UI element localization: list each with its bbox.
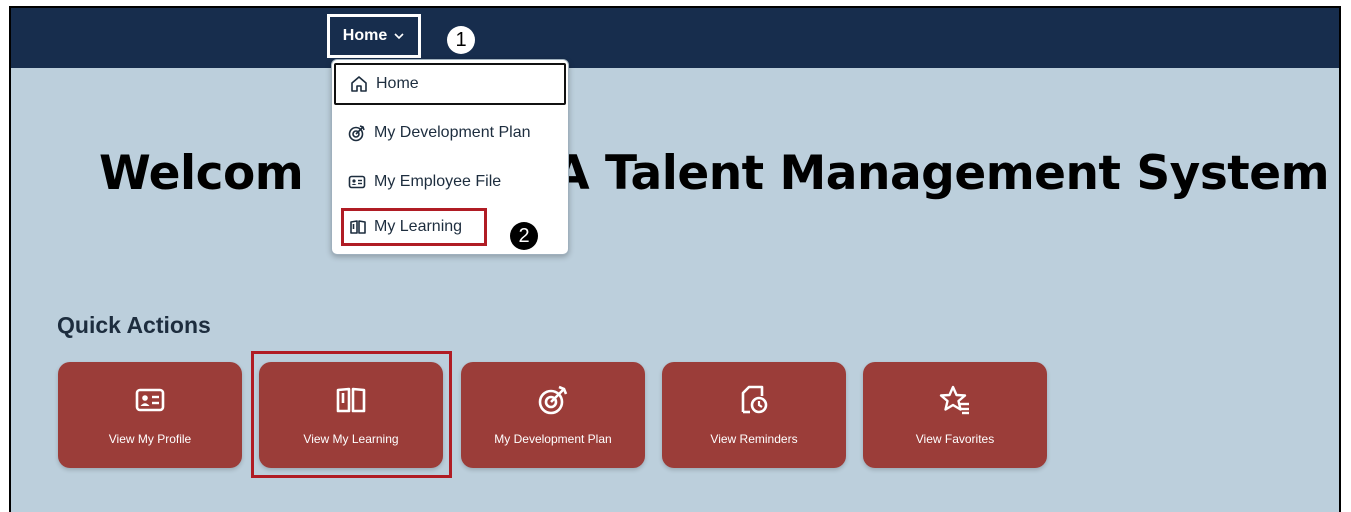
highlight-box-view-my-learning: [251, 351, 452, 478]
app-frame: Home 1 Welcom A Talent Management System …: [9, 6, 1341, 512]
tile-my-development-plan[interactable]: My Development Plan: [461, 362, 645, 468]
id-card-icon: [135, 388, 165, 412]
target-icon: [348, 125, 365, 142]
menu-item-label: My Development Plan: [374, 124, 531, 141]
tile-label: View Favorites: [915, 432, 995, 446]
menu-item-my-learning[interactable]: My Learning: [341, 208, 487, 246]
target-icon: [538, 385, 568, 415]
tile-label: View My Profile: [108, 432, 192, 446]
home-icon: [351, 76, 367, 92]
step-callout-2: 2: [510, 222, 538, 250]
reminder-clock-icon: [741, 385, 768, 414]
quick-actions-title: Quick Actions: [57, 312, 211, 338]
favorite-star-icon: [939, 385, 969, 415]
menu-item-my-employee-file[interactable]: My Employee File: [334, 161, 566, 203]
menu-item-label: My Learning: [374, 218, 463, 235]
tile-view-my-profile[interactable]: View My Profile: [58, 362, 242, 468]
tile-view-reminders[interactable]: View Reminders: [662, 362, 846, 468]
welcome-heading: Welcom A Talent Management System: [99, 146, 1330, 201]
tile-label: View Reminders: [710, 432, 798, 446]
tile-label: My Development Plan: [494, 432, 612, 446]
open-book-icon: [350, 220, 366, 234]
step-callout-1: 1: [447, 26, 475, 54]
top-navigation-bar: Home 1: [11, 8, 1339, 68]
menu-item-label: My Employee File: [374, 173, 502, 190]
menu-item-home[interactable]: Home: [334, 63, 566, 105]
id-card-icon: [348, 175, 366, 189]
menu-item-label: Home: [376, 75, 419, 92]
welcome-heading-left: Welcom: [99, 146, 304, 201]
home-menu-button[interactable]: Home: [327, 14, 421, 58]
welcome-heading-right: A Talent Management System: [553, 146, 1330, 201]
menu-item-my-development-plan[interactable]: My Development Plan: [334, 112, 566, 154]
home-menu-label: Home: [342, 27, 388, 44]
chevron-down-icon: [394, 33, 404, 40]
tile-view-favorites[interactable]: View Favorites: [863, 362, 1047, 468]
